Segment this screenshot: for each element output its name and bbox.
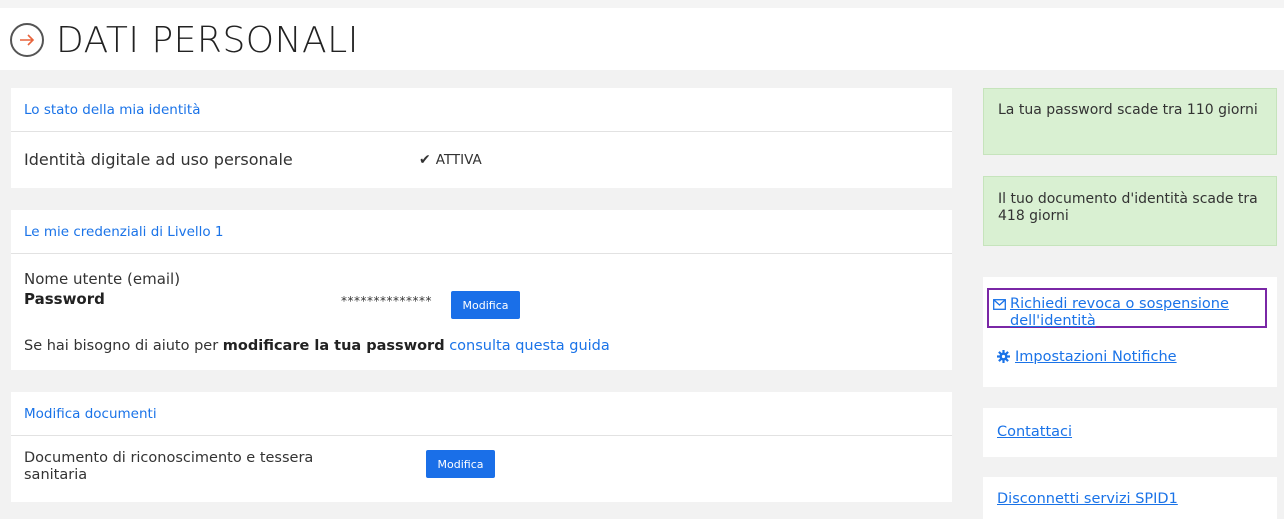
identity-actions-box: Richiedi revoca o sospensione dell'ident… <box>983 277 1277 387</box>
top-bar <box>0 0 1284 8</box>
documents-card: Modifica documenti Documento di riconosc… <box>11 392 952 502</box>
password-help-text: Se hai bisogno di aiuto per modificare l… <box>24 338 610 354</box>
identity-type-label: Identità digitale ad uso personale <box>24 150 293 169</box>
credentials-card: Le mie credenziali di Livello 1 Nome ute… <box>11 210 952 370</box>
password-mask: ************** <box>341 294 432 308</box>
identity-status: ✔ ATTIVA <box>419 152 482 168</box>
main-content: Lo stato della mia identità Identità dig… <box>0 70 1284 519</box>
identity-status-card: Lo stato della mia identità Identità dig… <box>11 88 952 188</box>
documents-card-title: Modifica documenti <box>11 392 952 436</box>
password-label: Password <box>24 290 105 308</box>
envelope-icon <box>993 298 1006 315</box>
revoke-identity-text: Richiedi revoca o sospensione dell'ident… <box>1010 296 1229 329</box>
help-guide-link[interactable]: consulta questa guida <box>449 338 610 354</box>
document-expiry-alert: Il tuo documento d'identità scade tra 41… <box>983 176 1277 246</box>
identity-card-title: Lo stato della mia identità <box>11 88 952 132</box>
password-expiry-alert: La tua password scade tra 110 giorni <box>983 88 1277 155</box>
arrow-right-circle-icon <box>10 23 44 57</box>
identity-card-body: Identità digitale ad uso personale ✔ ATT… <box>11 132 952 187</box>
notification-settings-link[interactable]: Impostazioni Notifiche <box>997 349 1177 368</box>
notification-settings-text: Impostazioni Notifiche <box>1015 349 1177 365</box>
documents-card-body: Documento di riconoscimento e tessera sa… <box>11 436 952 501</box>
contact-box: Contattaci <box>983 408 1277 457</box>
identity-status-text: ATTIVA <box>435 151 482 168</box>
modify-documents-button[interactable]: Modifica <box>426 450 495 478</box>
gear-icon <box>997 350 1010 368</box>
disconnect-spid-link[interactable]: Disconnetti servizi SPID1 <box>997 491 1178 508</box>
document-label: Documento di riconoscimento e tessera sa… <box>24 450 314 483</box>
credentials-card-title: Le mie credenziali di Livello 1 <box>11 210 952 254</box>
disconnect-spid-box: Disconnetti servizi SPID1 <box>983 477 1277 519</box>
help-prefix: Se hai bisogno di aiuto per <box>24 338 223 354</box>
credentials-card-body: Nome utente (email) Password ***********… <box>11 254 952 369</box>
checkmark-icon: ✔ <box>419 151 431 168</box>
modify-password-button[interactable]: Modifica <box>451 291 520 319</box>
help-bold-text: modificare la tua password <box>222 338 445 354</box>
revoke-identity-link[interactable]: Richiedi revoca o sospensione dell'ident… <box>987 288 1267 329</box>
page-title: DATI PERSONALI <box>56 19 359 61</box>
page-header: DATI PERSONALI <box>10 18 359 62</box>
username-label: Nome utente (email) <box>24 270 181 288</box>
contact-link[interactable]: Contattaci <box>997 424 1072 441</box>
